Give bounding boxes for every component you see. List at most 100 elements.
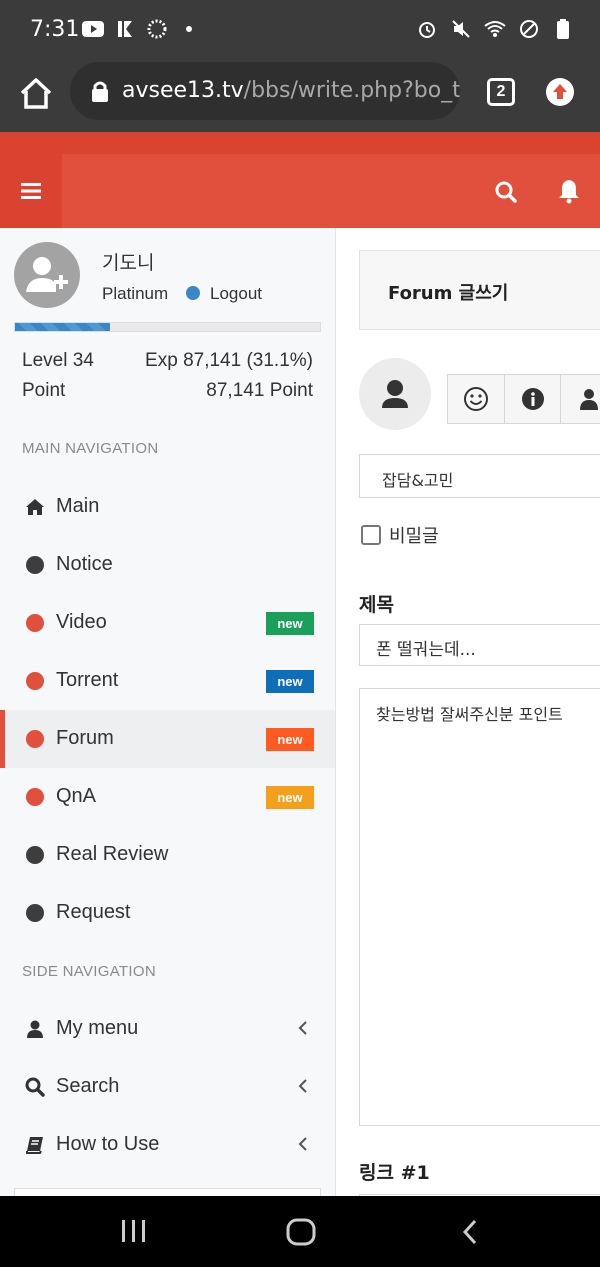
- category-select[interactable]: 잡담&고민: [359, 454, 600, 498]
- do-not-disturb-icon: [518, 18, 540, 40]
- nav-item-label: My menu: [56, 1017, 139, 1039]
- hamburger-menu-button[interactable]: [0, 154, 62, 228]
- url-text: avsee13.tv/bbs/write.php?bo_ta: [122, 78, 460, 103]
- new-badge: new: [266, 670, 314, 693]
- info-button[interactable]: [503, 374, 562, 424]
- lock-icon: [90, 80, 110, 102]
- battery-icon: [552, 18, 574, 40]
- home-button-icon[interactable]: [286, 1218, 316, 1251]
- nav-item-label: Request: [56, 901, 131, 923]
- exp-label: Exp 87,141 (31.1%): [145, 350, 313, 371]
- page-title: Forum 글쓰기: [388, 283, 509, 304]
- search-icon: [25, 1077, 45, 1097]
- nav-dot: [26, 614, 44, 632]
- category-value: 잡담&고민: [382, 471, 454, 490]
- chevron-left-icon: [296, 1019, 310, 1037]
- add-user-icon: [26, 257, 68, 292]
- avatar[interactable]: [14, 242, 80, 308]
- nav-item-label: Real Review: [56, 843, 169, 865]
- status-bar: 7:31: [0, 0, 600, 60]
- user-icon: [25, 1019, 45, 1039]
- new-badge: new: [266, 612, 314, 635]
- recent-apps-icon[interactable]: [120, 1218, 148, 1249]
- mute-icon: [450, 18, 472, 40]
- status-dot: [186, 286, 200, 300]
- sidebar: 기도니 Platinum Logout Level 34 Exp 87,141 …: [0, 228, 336, 1196]
- nav-item-label: Search: [56, 1075, 120, 1097]
- nav-item-label: How to Use: [56, 1133, 160, 1155]
- secret-checkbox[interactable]: [361, 525, 381, 545]
- logout-link[interactable]: Logout: [210, 284, 262, 304]
- home-icon[interactable]: [18, 76, 54, 112]
- wifi-icon: [484, 18, 506, 40]
- nav-item-notice[interactable]: Notice: [0, 536, 335, 594]
- nav-item-forum[interactable]: Forum new: [0, 710, 335, 768]
- body-value: 찾는방법 잘써주신분 포인트: [376, 705, 563, 724]
- body-textarea[interactable]: 찾는방법 잘써주신분 포인트: [359, 688, 600, 1126]
- nav-dot: [26, 556, 44, 574]
- youtube-icon: [82, 18, 104, 40]
- chevron-left-icon: [296, 1077, 310, 1095]
- nav-item-main[interactable]: Main: [0, 478, 335, 536]
- side-navigation-title: SIDE NAVIGATION: [22, 963, 156, 980]
- loading-icon: [146, 18, 168, 40]
- system-navigation-bar: [0, 1196, 600, 1267]
- home-icon: [25, 497, 45, 517]
- nav-dot: [26, 672, 44, 690]
- nav-item-label: Torrent: [56, 669, 119, 691]
- nav-dot: [26, 730, 44, 748]
- back-icon[interactable]: [460, 1218, 480, 1251]
- app-notification-icon: [114, 18, 136, 40]
- secret-checkbox-label: 비밀글: [389, 526, 439, 547]
- user-name: 기도니: [102, 252, 155, 274]
- browser-toolbar: avsee13.tv/bbs/write.php?bo_ta 2: [0, 60, 600, 132]
- nav-item-qna[interactable]: QnA new: [0, 768, 335, 826]
- emoticon-button[interactable]: [447, 374, 505, 424]
- nav-item-request[interactable]: Request: [0, 884, 335, 942]
- profile-photo[interactable]: [359, 358, 431, 430]
- nav-item-label: Notice: [56, 553, 113, 575]
- update-icon[interactable]: [546, 78, 574, 106]
- info-icon: [521, 388, 544, 410]
- nav-item-video[interactable]: Video new: [0, 594, 335, 652]
- url-bar[interactable]: avsee13.tv/bbs/write.php?bo_ta: [70, 62, 460, 120]
- smile-icon: [463, 387, 488, 411]
- url-host: avsee13.tv: [122, 78, 244, 103]
- nav-item-search[interactable]: Search: [0, 1058, 335, 1116]
- subject-input[interactable]: 폰 떨궈는데...: [359, 624, 600, 666]
- point-label: Point: [22, 380, 66, 401]
- exp-progress-bar: [14, 322, 321, 332]
- sidebar-search-box[interactable]: [14, 1188, 321, 1196]
- url-path: /bbs/write.php?bo_ta: [243, 78, 460, 103]
- tab-switcher-button[interactable]: 2: [487, 78, 515, 106]
- book-icon: [25, 1135, 45, 1155]
- alarm-icon: [416, 18, 438, 40]
- nav-dot: [26, 846, 44, 864]
- nav-item-torrent[interactable]: Torrent new: [0, 652, 335, 710]
- menu-icon: [21, 183, 41, 199]
- main-navigation-title: MAIN NAVIGATION: [22, 440, 159, 457]
- point-value: 87,141 Point: [206, 380, 313, 401]
- new-badge: new: [266, 786, 314, 809]
- nav-dot: [26, 904, 44, 922]
- more-notifications-icon: [178, 18, 200, 40]
- subject-label: 제목: [359, 594, 394, 616]
- bell-icon[interactable]: [557, 178, 581, 204]
- user-icon: [580, 389, 599, 410]
- nav-item-real-review[interactable]: Real Review: [0, 826, 335, 884]
- member-button[interactable]: [560, 374, 600, 424]
- nav-item-my-menu[interactable]: My menu: [0, 1000, 335, 1058]
- user-grade: Platinum: [102, 284, 169, 303]
- write-form: Forum 글쓰기 잡담&고민 비밀글 제목 폰 떨궈는데... 찾는방법 잘써…: [337, 228, 600, 1196]
- subject-value: 폰 떨궈는데...: [376, 640, 476, 660]
- editor-toolbar: [447, 374, 600, 424]
- nav-item-how-to-use[interactable]: How to Use: [0, 1116, 335, 1174]
- search-icon[interactable]: [494, 180, 518, 204]
- status-time: 7:31: [30, 17, 80, 42]
- level-label: Level 34: [22, 350, 94, 371]
- nav-item-label: Forum: [56, 727, 114, 749]
- chevron-left-icon: [296, 1135, 310, 1153]
- link-label: 링크 #1: [359, 1162, 430, 1184]
- nav-item-label: Main: [56, 495, 100, 517]
- new-badge: new: [266, 728, 314, 751]
